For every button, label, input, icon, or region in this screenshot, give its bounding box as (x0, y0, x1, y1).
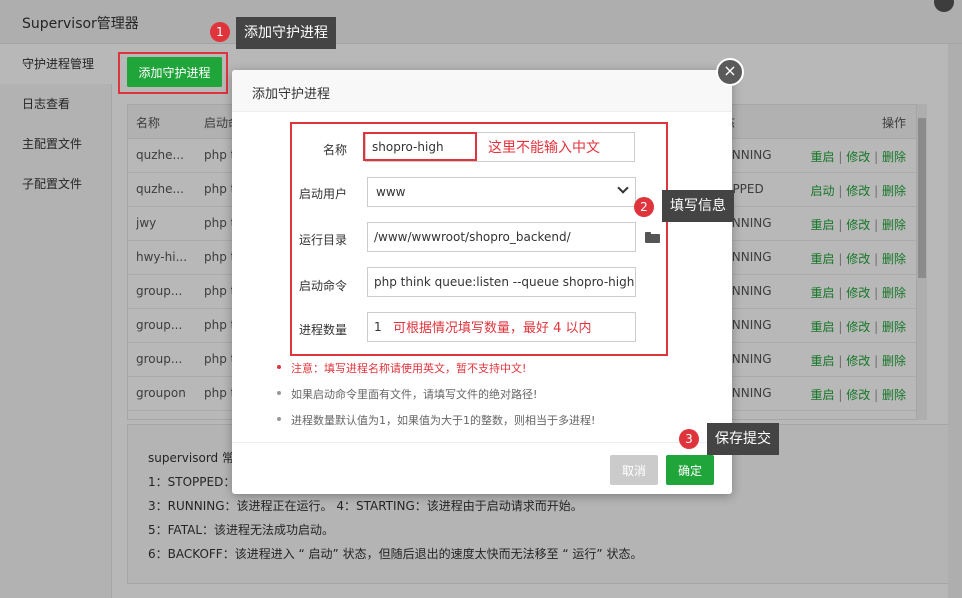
dialog-footer: 取消 确定 (232, 442, 732, 494)
close-icon[interactable]: × (716, 58, 744, 86)
dialog-header: 添加守护进程 (232, 70, 732, 112)
count-value: 1 (374, 320, 382, 334)
add-daemon-dialog: 添加守护进程 名称 shopro-high 这里不能输入中文 启动用户 www … (232, 70, 732, 494)
count-note: 可根据情况填写数量，最好 4 以内 (393, 321, 592, 336)
name-label: 名称 (322, 143, 347, 157)
name-note: 这里不能输入中文 (488, 140, 600, 156)
step2-badge: 2 (634, 197, 654, 217)
dir-value: /www/wwwroot/shopro_backend/ (374, 230, 571, 244)
confirm-button[interactable]: 确定 (666, 455, 714, 485)
step2-callout: 填写信息 (662, 190, 734, 222)
step3-badge: 3 (679, 429, 699, 449)
dialog-title: 添加守护进程 (252, 87, 331, 102)
cmd-field[interactable]: php think queue:listen --queue shopro-hi… (367, 267, 636, 297)
user-label: 启动用户 (298, 187, 347, 201)
step3-callout: 保存提交 (707, 423, 779, 455)
cmd-value: php think queue:listen --queue shopro-hi… (374, 275, 635, 289)
step1-callout: 添加守护进程 (236, 17, 336, 49)
count-label: 进程数量 (298, 323, 347, 337)
user-value: www (376, 185, 406, 199)
tip-item: 如果启动命令里面有文件，请填写文件的绝对路径! (277, 386, 537, 402)
cmd-label: 启动命令 (298, 279, 347, 293)
tip-item: 注意：填写进程名称请使用英文，暂不支持中文! (277, 360, 526, 376)
tip-item: 进程数量默认值为1，如果值为大于1的整数，则相当于多进程! (277, 412, 595, 428)
chevron-down-icon (617, 182, 629, 194)
user-select[interactable]: www (367, 177, 636, 207)
name-highlight (363, 132, 477, 161)
dir-label: 运行目录 (298, 233, 347, 247)
folder-icon[interactable] (645, 232, 660, 243)
cancel-button[interactable]: 取消 (610, 455, 658, 485)
step1-badge: 1 (210, 22, 230, 42)
add-daemon-button-highlighted[interactable]: 添加守护进程 (127, 57, 222, 87)
dir-field[interactable]: /www/wwwroot/shopro_backend/ (367, 222, 636, 252)
